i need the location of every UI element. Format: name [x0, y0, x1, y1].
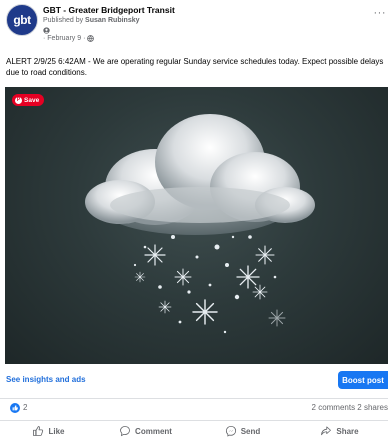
- cloud-shape: [85, 114, 315, 235]
- snow-cloud-illustration: [85, 114, 315, 334]
- post-date[interactable]: · February 9 ·: [43, 35, 95, 42]
- save-label: Save: [24, 96, 40, 104]
- published-by: Published by Susan Rubinsky: [43, 17, 140, 24]
- see-insights-link[interactable]: See insights and ads: [6, 375, 86, 384]
- post-date-text[interactable]: · February 9 ·: [43, 35, 85, 42]
- author-link[interactable]: Susan Rubinsky: [85, 17, 139, 24]
- post-text: ALERT 2/9/25 6:42AM - We are operating r…: [6, 57, 384, 77]
- like-count[interactable]: 2: [23, 403, 27, 412]
- send-button[interactable]: Send: [194, 421, 291, 441]
- post-image[interactable]: [5, 87, 388, 364]
- comment-button[interactable]: Comment: [97, 421, 194, 441]
- facebook-post: gbt GBT - Greater Bridgeport Transit Pub…: [0, 0, 388, 441]
- comments-shares-count[interactable]: 2 comments 2 shares: [312, 403, 388, 412]
- like-label: Like: [48, 426, 65, 436]
- thumbs-up-icon: [33, 426, 44, 436]
- audience-icon: [43, 27, 50, 34]
- post-header: gbt GBT - Greater Bridgeport Transit Pub…: [6, 4, 386, 54]
- comment-label: Comment: [135, 426, 172, 436]
- pinterest-icon: P: [15, 96, 22, 104]
- page-name-link[interactable]: GBT - Greater Bridgeport Transit: [43, 5, 175, 15]
- share-label: Share: [336, 426, 359, 436]
- pinterest-save-button[interactable]: P Save: [12, 94, 45, 106]
- insights-bar: See insights and ads Boost post: [0, 368, 388, 392]
- send-label: Send: [240, 426, 261, 436]
- globe-icon: [87, 35, 95, 42]
- action-bar: Like Comment Send Share: [0, 420, 388, 441]
- messenger-icon: [225, 425, 236, 437]
- share-icon: [321, 426, 332, 436]
- like-button[interactable]: Like: [0, 421, 97, 441]
- published-prefix: Published by: [43, 17, 84, 24]
- ellipsis-icon[interactable]: ···: [374, 8, 387, 19]
- boost-post-button[interactable]: Boost post: [338, 371, 388, 389]
- page-avatar[interactable]: gbt: [6, 4, 38, 36]
- engagement-stats: 2 2 comments 2 shares: [0, 398, 388, 416]
- share-button[interactable]: Share: [291, 421, 388, 441]
- like-reaction-icon[interactable]: [10, 403, 20, 413]
- comment-icon: [120, 426, 130, 437]
